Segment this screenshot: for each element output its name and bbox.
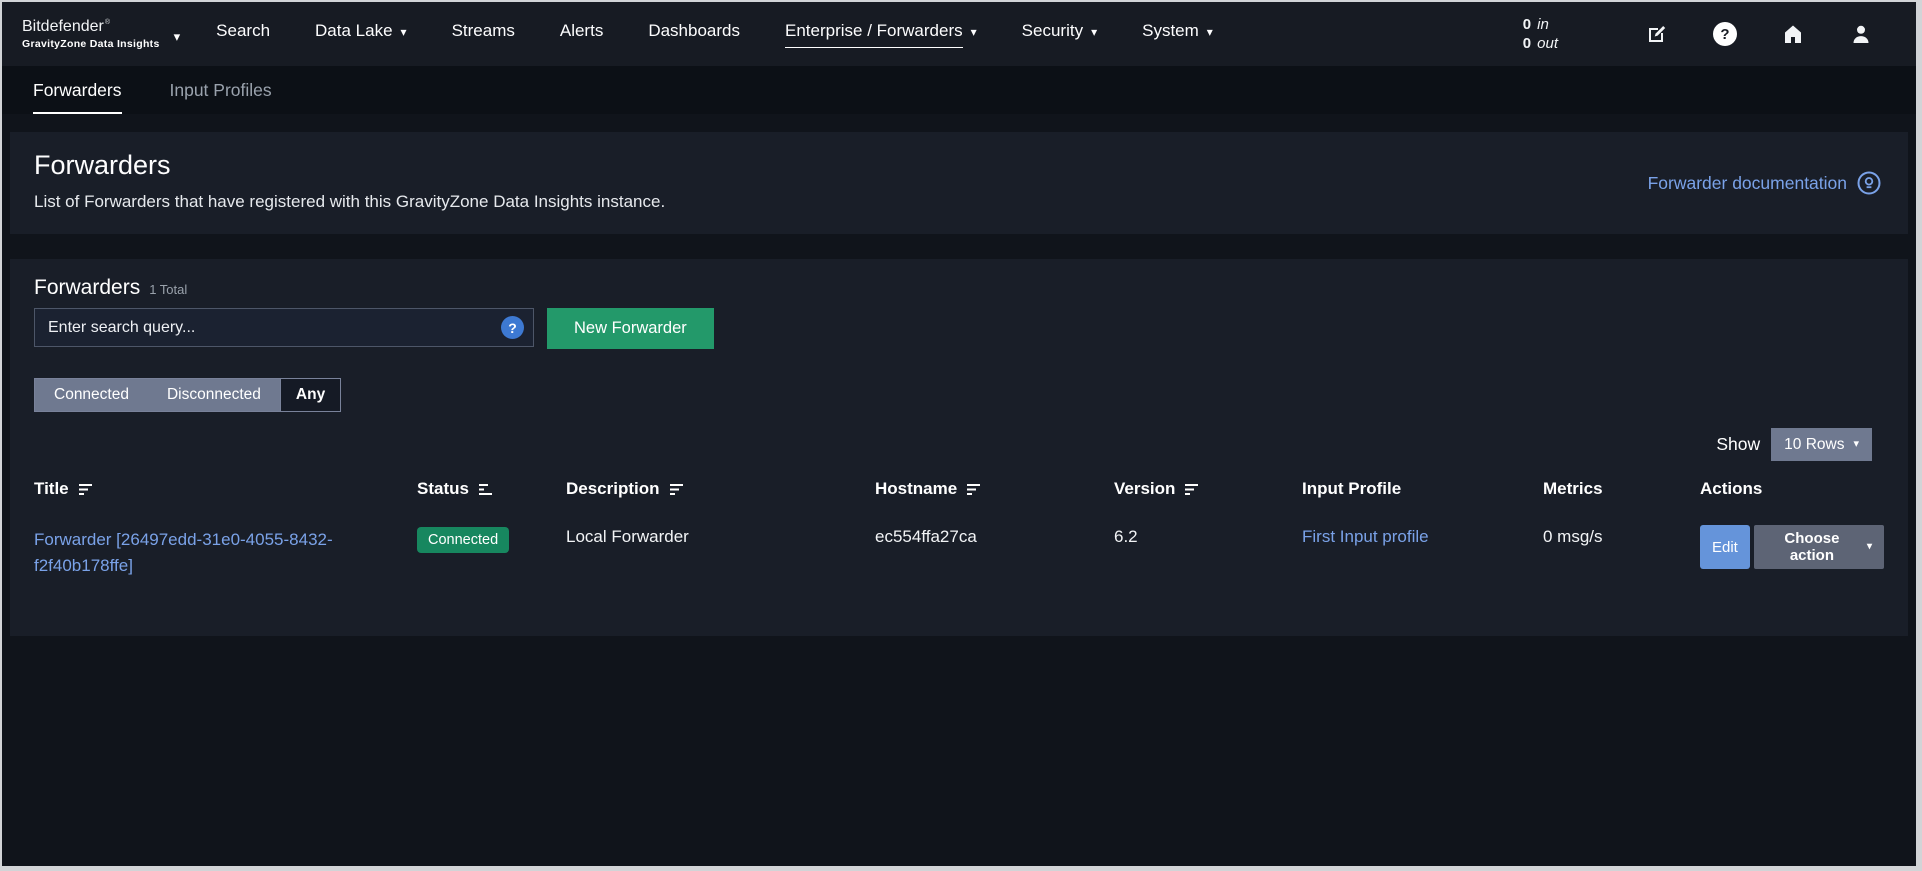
chevron-down-icon: ▾ — [1866, 541, 1872, 552]
throughput-indicator: 0 in 0 out — [1523, 16, 1558, 52]
sort-icon — [478, 483, 492, 495]
nav-item-search[interactable]: Search — [216, 21, 270, 48]
table-row: Forwarder [26497edd-31e0-4055-8432-f2f40… — [34, 524, 1884, 580]
brand-logo[interactable]: Bitdefender® GravityZone Data Insights — [22, 17, 160, 50]
help-icon[interactable]: ? — [1712, 21, 1738, 47]
brand-name: Bitdefender® — [22, 17, 111, 35]
cell-title: Forwarder [26497edd-31e0-4055-8432-f2f40… — [34, 524, 417, 580]
navbar-icon-group: ? — [1644, 21, 1874, 47]
cell-actions: Edit Choose action ▾ — [1700, 524, 1884, 569]
compose-icon[interactable] — [1644, 21, 1670, 47]
filter-connected-button[interactable]: Connected — [35, 379, 148, 411]
table-header-row: Title Status Description Hostname Versio… — [34, 479, 1884, 499]
search-row: ? New Forwarder — [34, 308, 1884, 349]
status-filter-segmented-control: Connected Disconnected Any — [34, 378, 342, 412]
filter-disconnected-button[interactable]: Disconnected — [147, 379, 280, 411]
rows-per-page-dropdown[interactable]: 10 Rows ▾ — [1771, 428, 1872, 461]
chevron-down-icon: ▾ — [400, 25, 407, 39]
page-title: Forwarders — [34, 150, 171, 180]
sub-tabbar: Forwarders Input Profiles — [2, 66, 1916, 114]
search-input[interactable] — [34, 308, 534, 347]
total-count-badge: 1 Total — [149, 282, 188, 297]
column-header-title[interactable]: Title — [34, 479, 417, 499]
cell-metrics: 0 msg/s — [1543, 527, 1603, 546]
nav-item-alerts[interactable]: Alerts — [560, 21, 603, 48]
column-header-input-profile: Input Profile — [1302, 479, 1402, 498]
forwarders-panel: Forwarders 1 Total ? New Forwarder Conne… — [10, 259, 1908, 636]
cell-input-profile: First Input profile — [1302, 524, 1543, 547]
cell-hostname: ec554ffa27ca — [875, 527, 977, 546]
column-header-metrics: Metrics — [1543, 479, 1603, 498]
search-wrapper: ? — [34, 308, 534, 349]
top-navbar: Bitdefender® GravityZone Data Insights ▾… — [2, 2, 1916, 66]
registered-mark: ® — [104, 19, 111, 27]
status-badge-connected: Connected — [417, 527, 510, 553]
cell-version: 6.2 — [1114, 527, 1138, 546]
nav-item-system[interactable]: System ▾ — [1142, 21, 1213, 48]
filter-any-button[interactable]: Any — [279, 379, 341, 411]
choose-action-dropdown[interactable]: Choose action ▾ — [1753, 525, 1884, 569]
throughput-out-value: 0 — [1522, 35, 1532, 52]
nav-item-streams[interactable]: Streams — [452, 21, 515, 48]
column-header-actions: Actions — [1700, 479, 1763, 498]
cell-description: Local Forwarder — [566, 527, 689, 546]
chevron-down-icon: ▾ — [1206, 25, 1213, 39]
cell-status: Connected — [417, 524, 566, 553]
tab-forwarders[interactable]: Forwarders — [33, 66, 122, 114]
page-header-text: Forwarders List of Forwarders that have … — [34, 150, 665, 212]
nav-item-dashboards[interactable]: Dashboards — [648, 21, 740, 48]
documentation-icon — [1857, 171, 1881, 195]
home-icon[interactable] — [1780, 21, 1806, 47]
throughput-in-unit: in — [1537, 16, 1549, 33]
show-label: Show — [1716, 434, 1761, 454]
edit-button[interactable]: Edit — [1700, 525, 1750, 569]
sort-icon — [1185, 483, 1199, 495]
brand-subtitle: GravityZone Data Insights — [22, 37, 160, 50]
throughput-in-value: 0 — [1522, 16, 1532, 33]
page-subtitle: List of Forwarders that have registered … — [34, 192, 666, 211]
section-title: Forwarders — [34, 276, 141, 299]
chevron-down-icon: ▾ — [1091, 25, 1098, 39]
nav-item-security[interactable]: Security ▾ — [1022, 21, 1097, 48]
page-header: Forwarders List of Forwarders that have … — [10, 132, 1908, 234]
new-forwarder-button[interactable]: New Forwarder — [547, 308, 714, 349]
chevron-down-icon: ▾ — [970, 25, 977, 39]
section-head: Forwarders 1 Total — [34, 276, 1884, 300]
user-icon[interactable] — [1848, 21, 1874, 47]
column-header-version[interactable]: Version — [1114, 479, 1302, 499]
nav-item-data-lake[interactable]: Data Lake ▾ — [315, 21, 407, 48]
brand-chevron-down-icon[interactable]: ▾ — [174, 29, 181, 45]
forwarder-title-link[interactable]: Forwarder [26497edd-31e0-4055-8432-f2f40… — [34, 527, 370, 580]
sort-icon — [967, 483, 981, 495]
throughput-out-unit: out — [1537, 35, 1558, 52]
main-nav: Search Data Lake ▾ Streams Alerts Dashboa… — [216, 21, 1213, 48]
nav-item-enterprise-forwarders[interactable]: Enterprise / Forwarders ▾ — [785, 21, 977, 48]
input-profile-link[interactable]: First Input profile — [1302, 527, 1429, 546]
tab-input-profiles[interactable]: Input Profiles — [170, 66, 272, 114]
app-window: Bitdefender® GravityZone Data Insights ▾… — [0, 0, 1922, 871]
pagination-controls: Show 10 Rows ▾ — [34, 428, 1884, 461]
chevron-down-icon: ▾ — [1853, 438, 1859, 450]
sort-icon — [78, 483, 92, 495]
forwarder-documentation-link[interactable]: Forwarder documentation — [1648, 154, 1882, 212]
column-header-status[interactable]: Status — [417, 479, 566, 499]
search-help-icon[interactable]: ? — [501, 316, 524, 339]
column-header-description[interactable]: Description — [566, 479, 875, 499]
navbar-right: 0 in 0 out ? — [1523, 16, 1896, 52]
sort-icon — [669, 483, 683, 495]
column-header-hostname[interactable]: Hostname — [875, 479, 1114, 499]
